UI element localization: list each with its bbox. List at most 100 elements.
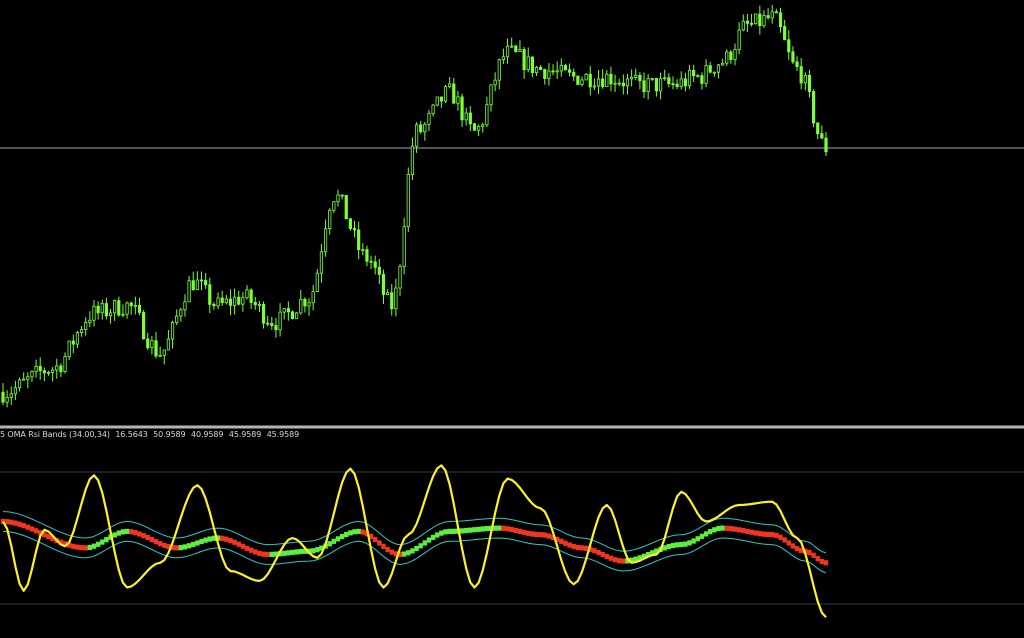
candle-body bbox=[224, 298, 228, 303]
candle-body bbox=[42, 370, 46, 374]
signal-point-up bbox=[430, 534, 436, 540]
signal-point-down bbox=[236, 541, 241, 547]
candle-body bbox=[766, 15, 770, 19]
candle-body bbox=[543, 69, 547, 79]
candle-body bbox=[365, 249, 369, 262]
candle-body bbox=[295, 312, 299, 320]
candle-body bbox=[658, 78, 663, 92]
candle-body bbox=[630, 76, 634, 80]
candle-body bbox=[654, 78, 659, 92]
signal-point-up bbox=[352, 529, 357, 535]
candle-body bbox=[204, 280, 208, 286]
candle-body bbox=[712, 71, 716, 74]
candle-body bbox=[749, 22, 754, 25]
candle-body bbox=[410, 145, 415, 175]
candle-body bbox=[328, 209, 332, 230]
signal-point-up bbox=[116, 530, 121, 536]
signal-point-down bbox=[4, 519, 10, 525]
candle-body bbox=[456, 96, 460, 104]
candle-body bbox=[601, 78, 605, 88]
signal-point-down bbox=[83, 545, 88, 551]
signal-point-up bbox=[426, 537, 432, 543]
signal-point-up bbox=[670, 542, 676, 549]
candle-body bbox=[675, 83, 679, 88]
candle-body bbox=[348, 218, 352, 229]
candle bbox=[406, 167, 410, 232]
candle-body bbox=[423, 123, 427, 133]
candle-body bbox=[452, 83, 456, 104]
candle-body bbox=[332, 201, 336, 211]
candle-body bbox=[315, 272, 319, 293]
candle-body bbox=[704, 65, 708, 84]
candle-body bbox=[67, 340, 71, 357]
signal-point-up bbox=[104, 537, 109, 543]
candle-body bbox=[526, 56, 530, 71]
signal-point-down bbox=[542, 532, 547, 538]
candle-body bbox=[663, 77, 667, 80]
signal-point-up bbox=[191, 541, 196, 548]
candle bbox=[576, 75, 580, 86]
signal-point-down bbox=[513, 527, 519, 534]
candle-body bbox=[133, 304, 137, 307]
signal-point-up bbox=[679, 542, 684, 548]
signal-point-up bbox=[435, 532, 440, 538]
signal-point-up bbox=[492, 525, 498, 531]
candle-body bbox=[278, 311, 282, 331]
candle-body bbox=[493, 79, 497, 86]
candle-body bbox=[137, 304, 142, 313]
signal-point-down bbox=[33, 528, 39, 534]
candle-body bbox=[245, 289, 249, 299]
candle bbox=[142, 310, 146, 340]
signal-point-up bbox=[124, 528, 130, 534]
candle-body bbox=[38, 365, 42, 372]
candle-body bbox=[92, 305, 96, 321]
candle-body bbox=[299, 298, 303, 314]
signal-point-up bbox=[418, 543, 423, 549]
candle-body bbox=[220, 297, 224, 303]
candle-body bbox=[497, 59, 501, 81]
candle-body bbox=[208, 284, 212, 305]
signal-point-up bbox=[182, 544, 188, 550]
candle-body bbox=[514, 45, 518, 52]
candle-body bbox=[158, 354, 162, 357]
signal-point-down bbox=[381, 543, 386, 549]
signal-point-down bbox=[244, 545, 250, 551]
candle-body bbox=[617, 82, 621, 85]
candle-body bbox=[489, 84, 493, 106]
signal-point-up bbox=[674, 542, 680, 548]
candle bbox=[514, 44, 518, 53]
candle-body bbox=[448, 83, 452, 88]
candle bbox=[295, 312, 299, 320]
signal-point-down bbox=[377, 540, 382, 546]
candle-body bbox=[340, 194, 344, 197]
indicator-value-3: 40.9589 bbox=[191, 430, 224, 439]
candle-body bbox=[716, 64, 721, 73]
signal-point-up bbox=[414, 545, 419, 552]
candle-body bbox=[667, 77, 671, 85]
signal-point-down bbox=[162, 542, 167, 548]
candle bbox=[435, 96, 439, 107]
candle-body bbox=[390, 292, 394, 310]
candle bbox=[584, 73, 588, 81]
chart-canvas bbox=[0, 0, 1024, 638]
candle-body bbox=[142, 312, 146, 340]
candle-body bbox=[592, 85, 597, 88]
candle-body bbox=[307, 302, 311, 307]
signal-point-down bbox=[137, 531, 142, 537]
indicator-name: 5 OMA Rsi Bands (34.00,34) bbox=[0, 430, 110, 439]
signal-point-down bbox=[228, 537, 233, 544]
candle-body bbox=[638, 74, 642, 82]
signal-point-up bbox=[439, 530, 444, 536]
signal-point-up bbox=[451, 528, 456, 534]
candle-body bbox=[386, 292, 390, 295]
candle-body bbox=[232, 296, 237, 306]
candle-body bbox=[187, 280, 191, 303]
signal-point-up bbox=[484, 526, 490, 532]
signal-point-down bbox=[219, 535, 225, 541]
candle-body bbox=[588, 73, 592, 88]
candle-body bbox=[79, 329, 84, 333]
candle-body bbox=[795, 61, 799, 67]
signal-point-up bbox=[480, 526, 485, 532]
signal-point-up bbox=[298, 548, 303, 555]
candle-body bbox=[154, 340, 158, 357]
